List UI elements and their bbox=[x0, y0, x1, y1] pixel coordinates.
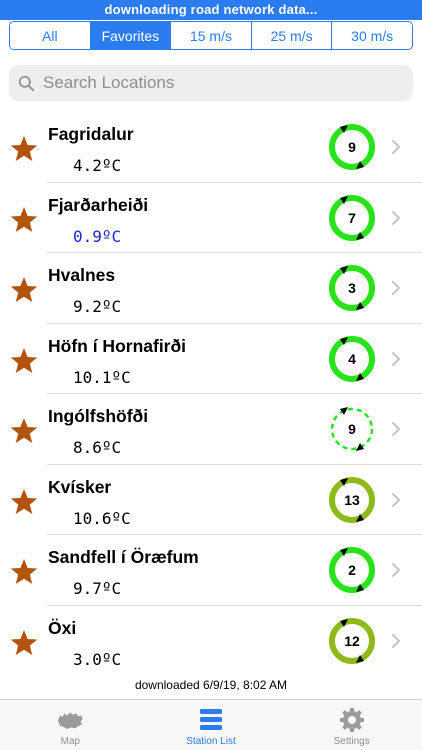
wind-gauge-value: 3 bbox=[348, 280, 356, 296]
tab-station-list-label: Station List bbox=[186, 736, 236, 747]
filter-segmented-control: All Favorites 15 m/s 25 m/s 30 m/s bbox=[9, 21, 413, 50]
station-name: Ingólfshöfði bbox=[48, 406, 149, 426]
station-temperature: 9.2ºC bbox=[73, 297, 122, 316]
filter-all[interactable]: All bbox=[10, 22, 91, 49]
wind-gauge-value: 12 bbox=[344, 633, 360, 649]
favorite-star-icon[interactable] bbox=[9, 628, 39, 658]
filter-25ms[interactable]: 25 m/s bbox=[251, 22, 333, 49]
station-list: Fagridalur 4.2ºC 9 Fjarðarheiði 0.9ºC 7 Hvalne… bbox=[0, 112, 422, 676]
station-name: Kvísker bbox=[48, 476, 112, 497]
wind-gauge-icon: 3 bbox=[329, 265, 375, 311]
wind-gauge-value: 2 bbox=[348, 562, 356, 578]
search-bar[interactable] bbox=[9, 65, 413, 101]
station-row[interactable]: Öxi 3.0ºC 12 bbox=[0, 606, 422, 677]
filter-favorites[interactable]: Favorites bbox=[90, 22, 172, 49]
station-name: Öxi bbox=[48, 617, 77, 638]
chevron-right-icon bbox=[392, 492, 400, 507]
chevron-right-icon bbox=[392, 281, 400, 295]
station-row[interactable]: Sandfell í Öræfum 9.7ºC 2 bbox=[0, 535, 422, 606]
tab-bar: Map Station List Settings bbox=[0, 699, 422, 750]
chevron-right-icon bbox=[392, 210, 400, 225]
wind-gauge-icon: 13 bbox=[329, 476, 375, 523]
station-temperature: 10.6ºC bbox=[73, 508, 131, 528]
chevron-right-icon bbox=[392, 140, 400, 154]
chevron-right-icon bbox=[392, 351, 400, 366]
station-name: Höfn í Hornafirði bbox=[48, 335, 187, 356]
tab-map-label: Map bbox=[60, 736, 81, 747]
favorite-star-icon[interactable] bbox=[9, 205, 39, 235]
chevron-right-icon bbox=[392, 422, 400, 436]
station-name: Fagridalur bbox=[48, 124, 134, 144]
favorite-star-icon[interactable] bbox=[9, 346, 39, 376]
wind-gauge-icon: 9 bbox=[329, 124, 375, 170]
station-temperature: 10.1ºC bbox=[73, 367, 131, 387]
wind-gauge-icon: 12 bbox=[329, 617, 375, 664]
station-row[interactable]: Hvalnes 9.2ºC 3 bbox=[0, 253, 422, 324]
station-temperature: 0.9ºC bbox=[73, 226, 122, 246]
station-row[interactable]: Ingólfshöfði 8.6ºC 9 bbox=[0, 394, 422, 465]
favorite-star-icon[interactable] bbox=[9, 275, 39, 305]
wind-gauge-value: 7 bbox=[348, 210, 356, 226]
iceland-map-icon bbox=[58, 712, 84, 729]
wind-gauge-icon: 7 bbox=[329, 194, 375, 241]
status-banner: downloading road network data... bbox=[0, 0, 422, 20]
station-row[interactable]: Fagridalur 4.2ºC 9 bbox=[0, 112, 422, 183]
tab-map[interactable]: Map bbox=[0, 700, 141, 750]
wind-gauge-value: 4 bbox=[348, 351, 356, 367]
wind-gauge-icon: 9 bbox=[330, 407, 374, 451]
station-temperature: 4.2ºC bbox=[73, 156, 122, 175]
tab-station-list[interactable]: Station List bbox=[141, 700, 282, 750]
filter-30ms[interactable]: 30 m/s bbox=[332, 22, 412, 49]
station-temperature: 3.0ºC bbox=[73, 649, 122, 669]
chevron-right-icon bbox=[392, 633, 400, 648]
station-name: Sandfell í Öræfum bbox=[48, 547, 199, 567]
station-row[interactable]: Fjarðarheiði 0.9ºC 7 bbox=[0, 183, 422, 253]
chevron-right-icon bbox=[392, 563, 400, 577]
station-name: Hvalnes bbox=[48, 265, 116, 285]
station-temperature: 9.7ºC bbox=[73, 579, 122, 598]
download-timestamp: downloaded 6/9/19, 8:02 AM bbox=[134, 678, 288, 692]
wind-gauge-icon: 4 bbox=[329, 335, 375, 382]
tab-settings-label: Settings bbox=[333, 736, 370, 747]
station-row[interactable]: Kvísker 10.6ºC 13 bbox=[0, 465, 422, 535]
search-input[interactable] bbox=[43, 73, 383, 93]
gear-icon bbox=[339, 708, 364, 732]
tab-settings[interactable]: Settings bbox=[281, 700, 422, 750]
favorite-star-icon[interactable] bbox=[9, 134, 39, 164]
favorite-star-icon[interactable] bbox=[9, 557, 39, 587]
station-row[interactable]: Höfn í Hornafirði 10.1ºC 4 bbox=[0, 324, 422, 394]
wind-gauge-value: 9 bbox=[348, 421, 356, 437]
search-icon bbox=[18, 75, 35, 91]
list-icon bbox=[200, 709, 222, 730]
filter-15ms[interactable]: 15 m/s bbox=[171, 22, 252, 49]
wind-gauge-value: 9 bbox=[348, 139, 356, 155]
wind-gauge-icon: 2 bbox=[329, 547, 375, 593]
wind-gauge-value: 13 bbox=[344, 492, 360, 508]
station-name: Fjarðarheiði bbox=[48, 194, 149, 215]
favorite-star-icon[interactable] bbox=[9, 416, 39, 446]
favorite-star-icon[interactable] bbox=[9, 487, 39, 517]
station-temperature: 8.6ºC bbox=[73, 438, 122, 457]
